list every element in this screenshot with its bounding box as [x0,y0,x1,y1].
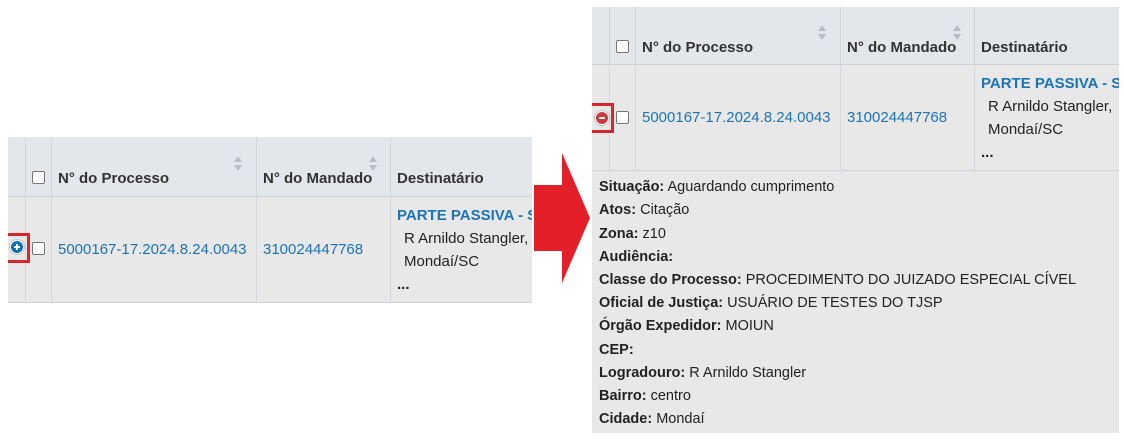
table-header [8,137,532,197]
row-checkbox[interactable] [32,242,45,255]
plus-circle-icon[interactable] [10,240,24,254]
column-header-mandado[interactable]: N° do Mandado [847,39,956,56]
processo-link[interactable]: 5000167-17.2024.8.24.0043 [642,109,831,126]
table-expanded: N° do Processo N° do Mandado Destinatári… [592,7,1119,433]
destinatario-address: R Arnildo Stangler, [988,98,1113,115]
minus-circle-icon[interactable] [595,111,609,125]
detail-zona: Zona: z10 [599,226,666,242]
detail-oficial: Oficial de Justiça: USUÁRIO DE TESTES DO… [599,295,943,311]
detail-cep: CEP: [599,342,634,358]
detail-atos: Atos: Citação [599,202,690,218]
destinatario-city: Mondaí/SC [988,121,1064,138]
column-header-processo[interactable]: N° do Processo [642,39,753,56]
table-collapsed: N° do Processo N° do Mandado Destinatári… [8,137,532,303]
select-all-checkbox[interactable] [32,171,45,184]
right-arrow-icon [534,153,590,283]
detail-situacao: Situação: Aguardando cumprimento [599,179,835,195]
destinatario-more: ... [981,144,994,161]
sort-icon[interactable] [818,25,826,41]
destinatario-address: R Arnildo Stangler, [404,230,529,247]
sort-icon[interactable] [953,25,961,41]
detail-classe: Classe do Processo: PROCEDIMENTO DO JUIZ… [599,272,1077,288]
row-details: Situação: Aguardando cumprimento Atos: C… [592,171,1119,433]
column-header-destinatario: Destinatário [397,170,484,187]
destinatario-title[interactable]: PARTE PASSIVA - S [397,207,532,224]
sort-icon[interactable] [369,156,377,172]
destinatario-title[interactable]: PARTE PASSIVA - S [981,75,1119,92]
detail-orgao: Órgão Expedidor: MOIUN [599,318,774,334]
column-header-processo[interactable]: N° do Processo [58,170,169,187]
processo-link[interactable]: 5000167-17.2024.8.24.0043 [58,241,247,258]
destinatario-more: ... [397,276,410,293]
column-header-mandado[interactable]: N° do Mandado [263,170,372,187]
detail-logradouro: Logradouro: R Arnildo Stangler [599,365,807,381]
column-header-destinatario: Destinatário [981,39,1068,56]
mandado-link[interactable]: 310024447768 [263,241,363,258]
detail-audiencia: Audiência: [599,249,674,265]
destinatario-city: Mondaí/SC [404,253,480,270]
detail-cidade: Cidade: Mondaí [599,411,705,427]
select-all-checkbox[interactable] [616,40,629,53]
table-header [592,7,1119,65]
sort-icon[interactable] [234,156,242,172]
detail-bairro: Bairro: centro [599,388,691,404]
row-checkbox[interactable] [616,111,629,124]
mandado-link[interactable]: 310024447768 [847,109,947,126]
